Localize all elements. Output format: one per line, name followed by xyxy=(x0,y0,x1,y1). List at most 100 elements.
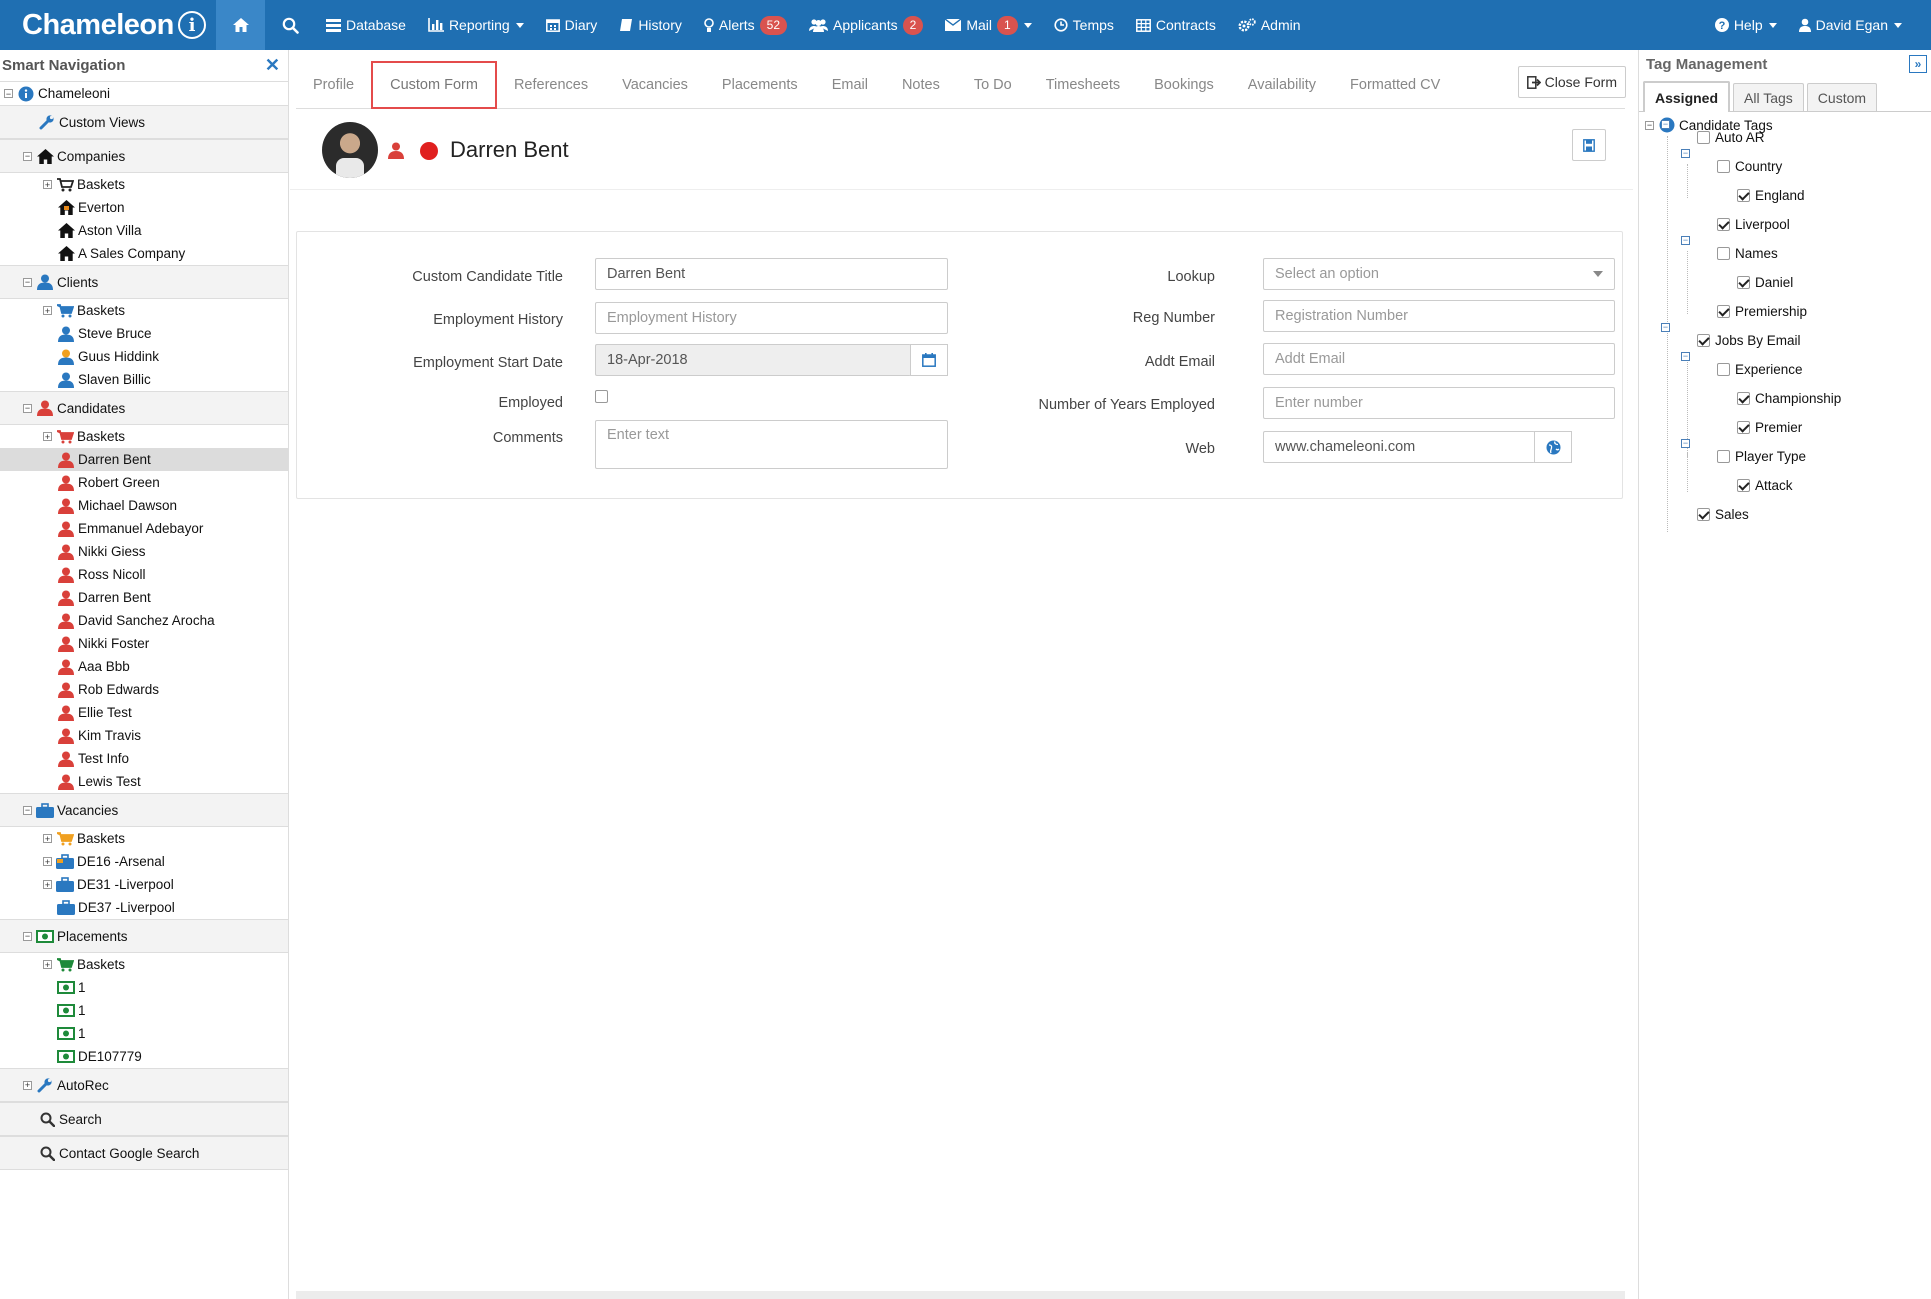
tag-checkbox[interactable] xyxy=(1737,420,1750,434)
employed-checkbox[interactable] xyxy=(595,390,608,403)
open-web-button[interactable] xyxy=(1534,431,1572,463)
tag-item-championship[interactable]: Championship xyxy=(1737,387,1841,409)
tag-item-attack[interactable]: Attack xyxy=(1737,474,1793,496)
tag-item-liverpool[interactable]: Liverpool xyxy=(1717,213,1790,235)
sidebar-section-vacancies[interactable]: − Vacancies xyxy=(0,793,288,827)
expand-panel-icon[interactable]: » xyxy=(1909,55,1927,73)
tag-item-auto-ar[interactable]: Auto AR xyxy=(1697,126,1765,148)
tag-item-daniel[interactable]: Daniel xyxy=(1737,271,1793,293)
years-employed-input[interactable]: Enter number xyxy=(1263,387,1615,419)
tag-item-country[interactable]: Country xyxy=(1717,155,1782,177)
collapse-icon[interactable]: − xyxy=(23,931,32,941)
sidebar-item-michael-dawson[interactable]: Michael Dawson xyxy=(0,494,288,517)
sidebar-section-companies[interactable]: − Companies xyxy=(0,139,288,173)
tag-checkbox[interactable] xyxy=(1717,217,1730,231)
start-date-input[interactable]: 18-Apr-2018 xyxy=(595,344,911,376)
nav-diary[interactable]: Diary xyxy=(535,0,609,50)
collapse-icon[interactable]: − xyxy=(23,277,32,287)
sidebar-item-darren-bent[interactable]: Darren Bent xyxy=(0,586,288,609)
tag-checkbox[interactable] xyxy=(1737,188,1750,202)
sidebar-item-de107779[interactable]: DE107779 xyxy=(0,1045,288,1068)
tag-checkbox[interactable] xyxy=(1717,159,1730,173)
sidebar-section-placements[interactable]: − Placements xyxy=(0,919,288,953)
tab-profile[interactable]: Profile xyxy=(296,62,371,108)
tag-checkbox[interactable] xyxy=(1717,362,1730,376)
sidebar-item-1[interactable]: 1 xyxy=(0,976,288,999)
sidebar-item-de31-liverpool[interactable]: + DE31 -Liverpool xyxy=(0,873,288,896)
tab-vacancies[interactable]: Vacancies xyxy=(605,62,705,108)
sidebar-item-ross-nicoll[interactable]: Ross Nicoll xyxy=(0,563,288,586)
collapse-icon[interactable]: − xyxy=(1681,149,1690,158)
sidebar-search[interactable]: Search xyxy=(0,1102,288,1136)
nav-history[interactable]: History xyxy=(608,0,693,50)
tag-checkbox[interactable] xyxy=(1697,130,1710,144)
tag-checkbox[interactable] xyxy=(1717,304,1730,318)
sidebar-section-clients[interactable]: − Clients xyxy=(0,265,288,299)
nav-temps[interactable]: Temps xyxy=(1043,0,1125,50)
tag-item-experience[interactable]: Experience xyxy=(1717,358,1803,380)
collapse-icon[interactable]: − xyxy=(23,403,32,413)
collapse-icon[interactable]: − xyxy=(23,805,32,815)
tag-item-player-type[interactable]: Player Type xyxy=(1717,445,1806,467)
tab-availability[interactable]: Availability xyxy=(1231,62,1333,108)
sidebar-item-baskets[interactable]: + Baskets xyxy=(0,425,288,448)
sidebar-item-a-sales-company[interactable]: A Sales Company xyxy=(0,242,288,265)
tag-item-england[interactable]: England xyxy=(1737,184,1805,206)
tab-placements[interactable]: Placements xyxy=(705,62,815,108)
sidebar-item-aston-villa[interactable]: Aston Villa xyxy=(0,219,288,242)
tree-root[interactable]: − Chameleoni xyxy=(0,82,288,105)
addt-email-input[interactable]: Addt Email xyxy=(1263,343,1615,375)
collapse-icon[interactable]: − xyxy=(1681,439,1690,448)
tab-timesheets[interactable]: Timesheets xyxy=(1029,62,1137,108)
sidebar-custom-views[interactable]: Custom Views xyxy=(0,105,288,139)
sidebar-item-guus-hiddink[interactable]: Guus Hiddink xyxy=(0,345,288,368)
search-button[interactable] xyxy=(265,0,315,50)
brand-logo[interactable]: Chameleon i xyxy=(0,0,216,50)
sidebar-section-candidates[interactable]: − Candidates xyxy=(0,391,288,425)
collapse-icon[interactable]: − xyxy=(23,151,32,161)
sidebar-autorec[interactable]: + AutoRec xyxy=(0,1068,288,1102)
sidebar-item-de37-liverpool[interactable]: DE37 -Liverpool xyxy=(0,896,288,919)
tag-checkbox[interactable] xyxy=(1697,507,1710,521)
sidebar-item-everton[interactable]: Everton xyxy=(0,196,288,219)
expand-icon[interactable]: + xyxy=(43,432,52,441)
sidebar-item-steve-bruce[interactable]: Steve Bruce xyxy=(0,322,288,345)
expand-icon[interactable]: + xyxy=(43,857,52,866)
collapse-icon[interactable]: − xyxy=(4,89,13,98)
sidebar-item-1[interactable]: 1 xyxy=(0,1022,288,1045)
tag-checkbox[interactable] xyxy=(1737,391,1750,405)
tab-notes[interactable]: Notes xyxy=(885,62,957,108)
tab-bookings[interactable]: Bookings xyxy=(1137,62,1231,108)
nav-alerts[interactable]: Alerts 52 xyxy=(693,0,798,50)
sidebar-item-nikki-giess[interactable]: Nikki Giess xyxy=(0,540,288,563)
nav-contracts[interactable]: Contracts xyxy=(1125,0,1227,50)
tag-item-sales[interactable]: Sales xyxy=(1697,503,1749,525)
sidebar-item-robert-green[interactable]: Robert Green xyxy=(0,471,288,494)
tag-item-premier[interactable]: Premier xyxy=(1737,416,1802,438)
nav-reporting[interactable]: Reporting xyxy=(417,0,535,50)
tag-checkbox[interactable] xyxy=(1737,275,1750,289)
tag-checkbox[interactable] xyxy=(1717,449,1730,463)
web-input[interactable]: www.chameleoni.com xyxy=(1263,431,1535,463)
close-form-button[interactable]: Close Form xyxy=(1517,66,1626,98)
nav-database[interactable]: Database xyxy=(315,0,417,50)
close-icon[interactable]: ✕ xyxy=(265,55,280,76)
sidebar-item-test-info[interactable]: Test Info xyxy=(0,747,288,770)
save-button[interactable] xyxy=(1572,129,1606,161)
nav-mail[interactable]: Mail 1 xyxy=(934,0,1042,50)
tag-item-names[interactable]: Names xyxy=(1717,242,1778,264)
home-button[interactable] xyxy=(216,0,265,50)
nav-user-menu[interactable]: David Egan xyxy=(1788,0,1913,50)
sidebar-item-ellie-test[interactable]: Ellie Test xyxy=(0,701,288,724)
expand-icon[interactable]: + xyxy=(43,180,52,189)
tab-assigned[interactable]: Assigned xyxy=(1643,81,1731,112)
sidebar-item-rob-edwards[interactable]: Rob Edwards xyxy=(0,678,288,701)
nav-admin[interactable]: Admin xyxy=(1227,0,1312,50)
tag-item-jobs-by-email[interactable]: Jobs By Email xyxy=(1697,329,1801,351)
tab-to-do[interactable]: To Do xyxy=(957,62,1029,108)
sidebar-item-baskets[interactable]: + Baskets xyxy=(0,299,288,322)
date-picker-button[interactable] xyxy=(910,344,948,376)
nav-help[interactable]: ? Help xyxy=(1704,0,1788,50)
sidebar-item-aaa-bbb[interactable]: Aaa Bbb xyxy=(0,655,288,678)
tag-checkbox[interactable] xyxy=(1737,478,1750,492)
